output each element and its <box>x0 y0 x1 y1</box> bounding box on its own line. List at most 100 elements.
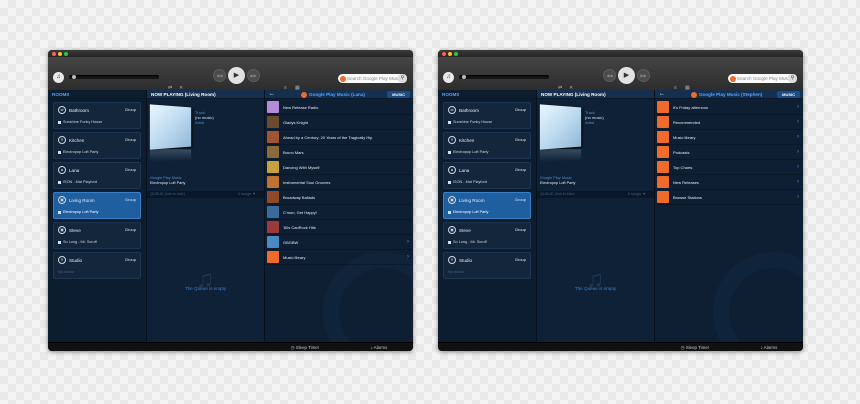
room-name: Kitchen <box>459 138 475 143</box>
volume-icon[interactable]: ♫ <box>443 72 454 83</box>
room-name: Bathroom <box>459 108 479 113</box>
room-track: Electropop Loft Party <box>58 150 98 154</box>
music-list-item[interactable]: Dancing With Myself <box>265 160 413 175</box>
music-list-item[interactable]: C'mon, Get Happy! <box>265 205 413 220</box>
volume-slider[interactable] <box>459 75 549 79</box>
music-button[interactable]: MUSIC <box>777 91 800 98</box>
minimize-window-button[interactable] <box>58 51 62 56</box>
music-list-item[interactable]: Broadway Ballads <box>265 190 413 205</box>
group-button[interactable]: Group <box>125 167 136 172</box>
close-window-button[interactable] <box>442 51 446 56</box>
item-artwork-icon <box>267 146 279 158</box>
queue-bar[interactable]: QUEUE (Not in Use) 0 songs ▼ <box>537 191 654 198</box>
zoom-window-button[interactable] <box>454 51 458 56</box>
room-tile-studio[interactable]: ✕ Studio Group No music <box>443 252 531 279</box>
music-panel: ← Google Play Music (Lana) MUSIC New Rel… <box>265 90 413 351</box>
sleep-timer-button[interactable]: ◷ Sleep Timer <box>291 343 320 351</box>
group-button[interactable]: Group <box>125 137 136 142</box>
room-name: Kitchen <box>69 138 85 143</box>
group-button[interactable]: Group <box>125 257 136 262</box>
google-play-icon <box>730 75 736 82</box>
next-track-button[interactable]: ▶▶ <box>637 69 650 82</box>
title-bar <box>48 50 413 57</box>
room-tile-lana[interactable]: ∎ Lana Group ISON - Mat Playford <box>53 162 141 189</box>
music-list-item[interactable]: GBGBW › <box>265 235 413 250</box>
rooms-header: ROOMS <box>48 90 146 99</box>
music-list-item[interactable]: Podcasts › <box>655 145 803 160</box>
minimize-window-button[interactable] <box>448 51 452 56</box>
group-button[interactable]: Group <box>515 227 526 232</box>
volume-knob[interactable] <box>72 75 76 79</box>
room-tile-steve[interactable]: ▣ Steve Group So Long - Mr. Scruff <box>443 222 531 249</box>
music-list-item[interactable]: Music library › <box>655 130 803 145</box>
alarms-button[interactable]: ♪ Alarms <box>370 343 387 351</box>
search-button[interactable]: ⚲ <box>398 74 407 83</box>
previous-track-button[interactable]: ◀◀ <box>213 69 226 82</box>
search-button[interactable]: ⚲ <box>788 74 797 83</box>
item-label: Dancing With Myself <box>283 164 320 170</box>
back-arrow-icon[interactable]: ← <box>659 90 665 98</box>
music-button[interactable]: MUSIC <box>387 91 410 98</box>
room-name: Lana <box>459 168 470 173</box>
rooms-panel: ROOMS ⇌ Bathroom Group Sunshine Funky House… <box>48 90 147 342</box>
room-tile-studio[interactable]: ✕ Studio Group No music <box>53 252 141 279</box>
group-button[interactable]: Group <box>125 107 136 112</box>
room-tile-bathroom[interactable]: ⇌ Bathroom Group Sunshine Funky House <box>53 102 141 129</box>
music-list-item[interactable]: Bruno Mars <box>265 145 413 160</box>
music-list-item[interactable]: Instrumental Soul Grooves <box>265 175 413 190</box>
room-tile-kitchen[interactable]: ✕ Kitchen Group Electropop Loft Party <box>443 132 531 159</box>
close-window-button[interactable] <box>52 51 56 56</box>
item-artwork-icon <box>267 176 279 188</box>
sleep-timer-button[interactable]: ◷ Sleep Timer <box>681 343 710 351</box>
play-button[interactable]: ▶ <box>618 67 635 84</box>
music-list-item[interactable]: Recommended › <box>655 115 803 130</box>
search-field[interactable]: Search Google Play Music <box>338 74 406 83</box>
room-tile-living-room[interactable]: ▣ Living Room Group Electropop Loft Party <box>443 192 531 219</box>
group-button[interactable]: Group <box>515 107 526 112</box>
room-tile-lana[interactable]: ∎ Lana Group ISON - Mat Playford <box>443 162 531 189</box>
next-track-button[interactable]: ▶▶ <box>247 69 260 82</box>
background-swirl <box>323 252 413 351</box>
timer-footer: ◷ Sleep Timer ♪ Alarms <box>265 343 413 351</box>
room-tile-living-room[interactable]: ▣ Living Room Group Electropop Loft Party <box>53 192 141 219</box>
music-list: It's Friday afternoon › Recommended › Music … <box>655 100 803 205</box>
music-list-item[interactable]: Top Charts › <box>655 160 803 175</box>
sonos-window-left: ♫ ◀◀ ▶ ▶▶ ⇄ ✕ ≡ ▦ Search Google Play Mus… <box>48 50 413 351</box>
queue-bar[interactable]: QUEUE (Not in Use) 0 songs ▼ <box>147 191 264 198</box>
item-artwork-icon <box>657 101 669 113</box>
alarms-button[interactable]: ♪ Alarms <box>760 343 777 351</box>
music-list-item[interactable]: Ahead by a Century: 20 Years of the Trag… <box>265 130 413 145</box>
music-note-icon: ♫ <box>586 266 604 293</box>
playing-indicator-icon <box>448 120 451 124</box>
music-list-item[interactable]: It's Friday afternoon › <box>655 100 803 115</box>
group-button[interactable]: Group <box>515 257 526 262</box>
group-button[interactable]: Group <box>515 197 526 202</box>
volume-slider[interactable] <box>69 75 159 79</box>
zoom-window-button[interactable] <box>64 51 68 56</box>
group-button[interactable]: Group <box>515 167 526 172</box>
music-list-item[interactable]: '80s CanRock Hits <box>265 220 413 235</box>
search-field[interactable]: Search Google Play Music <box>728 74 796 83</box>
music-list-item[interactable]: Browse Stations › <box>655 190 803 205</box>
room-name: Steve <box>69 228 81 233</box>
room-tile-kitchen[interactable]: ✕ Kitchen Group Electropop Loft Party <box>53 132 141 159</box>
back-arrow-icon[interactable]: ← <box>269 90 275 98</box>
music-list-item[interactable]: Gladys Knight <box>265 115 413 130</box>
room-track: ISON - Mat Playford <box>58 180 97 184</box>
music-list-item[interactable]: New Releases › <box>655 175 803 190</box>
previous-track-button[interactable]: ◀◀ <box>603 69 616 82</box>
music-list-item[interactable]: New Release Radio <box>265 100 413 115</box>
album-art <box>539 104 582 150</box>
volume-icon[interactable]: ♫ <box>53 72 64 83</box>
item-artwork-icon <box>657 146 669 158</box>
group-button[interactable]: Group <box>515 137 526 142</box>
room-tile-steve[interactable]: ▣ Steve Group So Long - Mr. Scruff <box>53 222 141 249</box>
room-tile-bathroom[interactable]: ⇌ Bathroom Group Sunshine Funky House <box>443 102 531 129</box>
queue-label: QUEUE (Not in Use) <box>150 192 185 196</box>
group-button[interactable]: Group <box>125 197 136 202</box>
group-button[interactable]: Group <box>125 227 136 232</box>
volume-knob[interactable] <box>462 75 466 79</box>
play-button[interactable]: ▶ <box>228 67 245 84</box>
album-art-reflection <box>149 148 192 162</box>
speaker-icon: ∎ <box>58 166 66 174</box>
